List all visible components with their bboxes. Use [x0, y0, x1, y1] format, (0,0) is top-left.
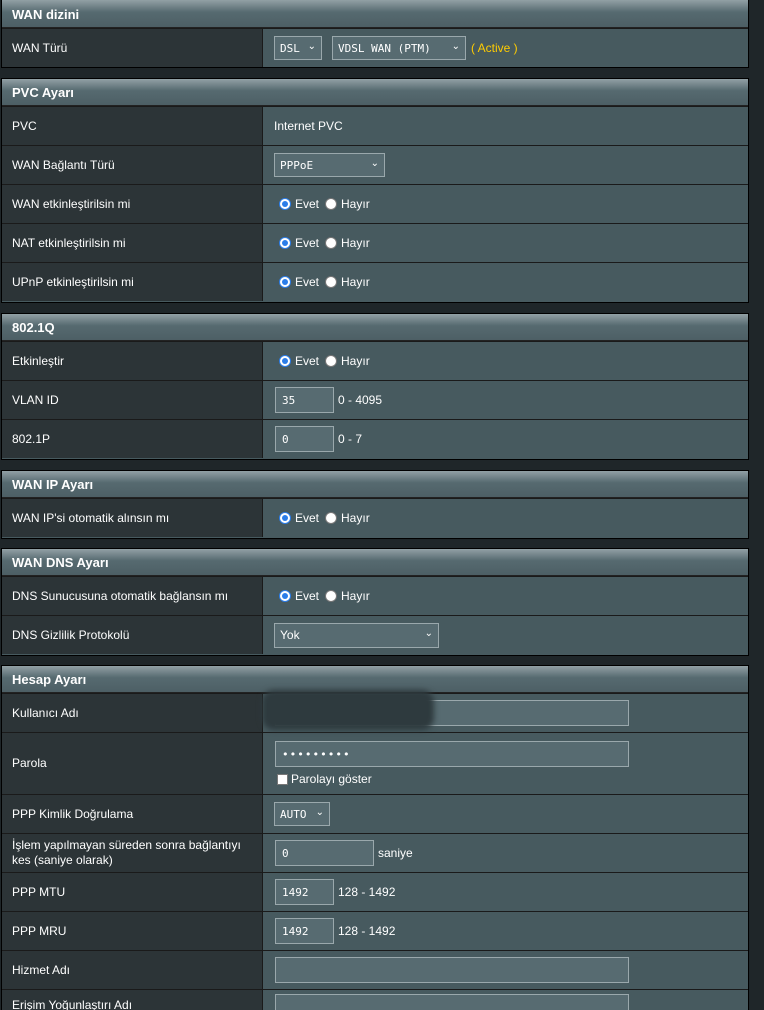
vlan-id-input[interactable]: 35: [275, 387, 334, 413]
ppp-mru-input[interactable]: 1492: [275, 918, 334, 944]
section-title: WAN IP Ayarı: [2, 471, 748, 498]
ppp-mtu-range: 128 - 1492: [338, 885, 396, 899]
pvc-section: PVC Ayarı PVC Internet PVC WAN Bağlantı …: [1, 78, 749, 303]
wan-ip-auto-no-radio[interactable]: [325, 512, 338, 524]
dns-auto-radio-group: Evet Hayır: [279, 589, 376, 603]
idle-timeout-label: İşlem yapılmayan süreden sonra bağlantıy…: [2, 834, 263, 872]
chevron-down-icon: ⌄: [370, 158, 379, 169]
upnp-enable-radio-group: Evet Hayır: [279, 275, 376, 289]
vlan-id-label: VLAN ID: [2, 381, 263, 419]
nat-enable-yes-radio[interactable]: [279, 237, 291, 249]
wan-dns-section: WAN DNS Ayarı DNS Sunucusuna otomatik ba…: [1, 548, 749, 656]
concentrator-name-input[interactable]: [275, 994, 629, 1010]
pvc-value: Internet PVC: [263, 107, 748, 145]
wan-mode-select[interactable]: VDSL WAN (PTM) ⌄: [332, 36, 466, 60]
right-gutter: [749, 0, 764, 1010]
chevron-down-icon: ⌄: [424, 627, 433, 639]
wan-settings-page: WAN dizini WAN Türü DSL ⌄ VDSL WAN (PTM) ⌄…: [0, 0, 764, 1010]
section-title: Hesap Ayarı: [2, 666, 748, 693]
show-password-checkbox[interactable]: [277, 773, 288, 785]
ppp-auth-label: PPP Kimlik Doğrulama: [2, 795, 263, 833]
service-name-label: Hizmet Adı: [2, 951, 263, 989]
wan-index-section: WAN dizini WAN Türü DSL ⌄ VDSL WAN (PTM) ⌄…: [1, 0, 749, 68]
ppp-mru-range: 128 - 1492: [338, 924, 396, 938]
ppp-mru-label: PPP MRU: [2, 912, 263, 950]
show-password-label: Parolayı göster: [291, 772, 372, 786]
redaction-blur: [262, 690, 434, 730]
dns-privacy-label: DNS Gizlilik Protokolü: [2, 616, 263, 654]
wan-enable-no-radio[interactable]: [325, 198, 338, 210]
vlan-id-range: 0 - 4095: [338, 393, 383, 407]
dns-privacy-select[interactable]: Yok ⌄: [274, 622, 439, 648]
concentrator-name-label: Erişim Yoğunlaştırı Adı: [2, 990, 263, 1010]
idle-timeout-unit: saniye: [378, 846, 413, 860]
nat-enable-label: NAT etkinleştirilsin mi: [2, 224, 263, 262]
wan-enable-label: WAN etkinleştirilsin mi: [2, 185, 263, 223]
wan-type-label: WAN Türü: [2, 29, 263, 67]
vlan-p-input[interactable]: 0: [275, 426, 334, 452]
upnp-enable-yes-radio[interactable]: [279, 276, 291, 288]
vlan-enable-no-radio[interactable]: [325, 355, 338, 367]
section-title: WAN dizini: [2, 0, 748, 28]
wan-ip-auto-yes-radio[interactable]: [279, 512, 291, 524]
section-title: PVC Ayarı: [2, 79, 748, 106]
section-title: 802.1Q: [2, 314, 748, 341]
upnp-enable-no-radio[interactable]: [325, 276, 338, 288]
vlan-section: 802.1Q Etkinleştir Evet Hayır VLAN ID 35…: [1, 313, 749, 460]
ppp-auth-select[interactable]: AUTO ⌄: [274, 802, 330, 826]
pvc-label: PVC: [2, 107, 263, 145]
vlan-enable-yes-radio[interactable]: [279, 355, 291, 367]
chevron-down-icon: ⌄: [451, 41, 460, 52]
wan-enable-radio-group: Evet Hayır: [279, 197, 376, 211]
service-name-input[interactable]: [275, 957, 629, 983]
dns-auto-label: DNS Sunucusuna otomatik bağlansın mı: [2, 577, 263, 615]
dns-auto-yes-radio[interactable]: [279, 590, 291, 602]
section-title: WAN DNS Ayarı: [2, 549, 748, 576]
chevron-down-icon: ⌄: [307, 41, 316, 52]
idle-timeout-input[interactable]: 0: [275, 840, 374, 866]
upnp-enable-label: UPnP etkinleştirilsin mi: [2, 263, 263, 301]
wan-ip-auto-radio-group: Evet Hayır: [279, 511, 376, 525]
conn-type-select[interactable]: PPPoE ⌄: [274, 153, 385, 177]
vlan-enable-radio-group: Evet Hayır: [279, 354, 376, 368]
conn-type-label: WAN Bağlantı Türü: [2, 146, 263, 184]
wan-enable-yes-radio[interactable]: [279, 198, 291, 210]
wan-ip-auto-label: WAN IP'si otomatik alınsın mı: [2, 499, 263, 537]
vlan-p-label: 802.1P: [2, 420, 263, 458]
chevron-down-icon: ⌄: [315, 807, 324, 818]
ppp-mtu-input[interactable]: 1492: [275, 879, 334, 905]
vlan-p-range: 0 - 7: [338, 432, 363, 446]
username-label: Kullanıcı Adı: [2, 694, 263, 732]
status-badge: ( Active ): [471, 41, 518, 55]
wan-type-select[interactable]: DSL ⌄: [274, 36, 322, 60]
password-input[interactable]: •••••••••: [275, 741, 629, 767]
ppp-mtu-label: PPP MTU: [2, 873, 263, 911]
password-label: Parola: [2, 733, 263, 794]
nat-enable-no-radio[interactable]: [325, 237, 338, 249]
wan-ip-section: WAN IP Ayarı WAN IP'si otomatik alınsın …: [1, 470, 749, 539]
dns-auto-no-radio[interactable]: [325, 590, 338, 602]
nat-enable-radio-group: Evet Hayır: [279, 236, 376, 250]
vlan-enable-label: Etkinleştir: [2, 342, 263, 380]
